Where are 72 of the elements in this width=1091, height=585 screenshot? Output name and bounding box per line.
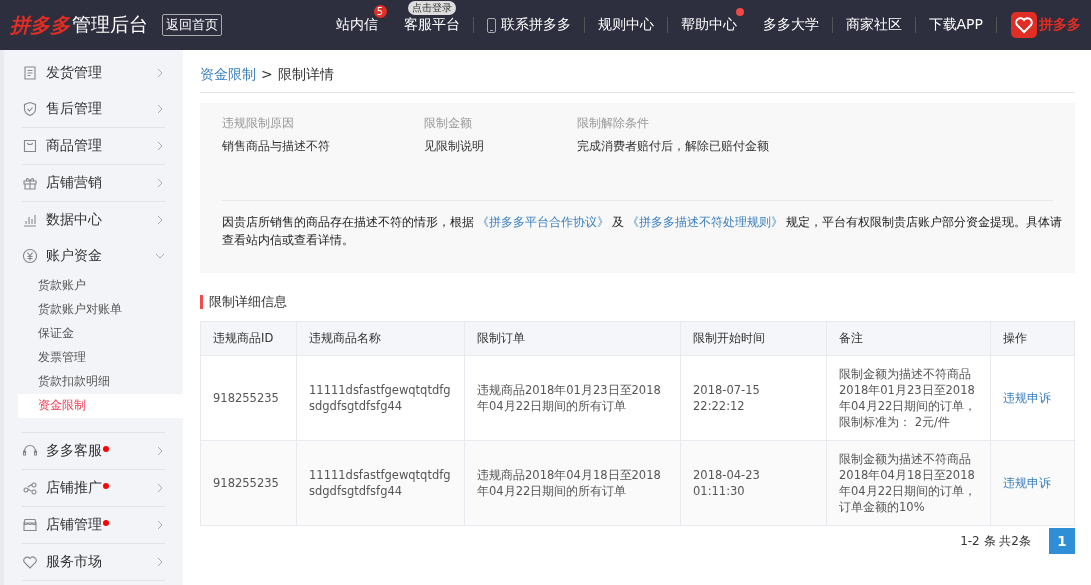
menu-icon xyxy=(22,248,38,264)
menu-icon xyxy=(22,480,38,496)
field-label: 限制解除条件 xyxy=(577,115,650,132)
appeal-link[interactable]: 违规申诉 xyxy=(1003,391,1051,405)
nav-link[interactable]: 帮助中心 xyxy=(680,16,737,34)
field-label: 限制金额 xyxy=(424,115,473,132)
menu-icon xyxy=(22,138,38,154)
table-cell: 918255235 xyxy=(200,355,297,441)
sidebar-item[interactable]: 多多客服 xyxy=(22,433,165,469)
menu-icon xyxy=(22,517,38,533)
column-header: 限制开始时间 xyxy=(680,321,827,356)
column-header: 操作 xyxy=(990,321,1075,356)
nav-link[interactable]: 站内信 xyxy=(335,16,378,34)
field-value: 完成消费者赔付后，解除已赔付金额 xyxy=(577,138,769,155)
nav-link[interactable]: 客服平台 xyxy=(403,16,460,34)
menu-icon xyxy=(22,443,38,459)
page-button[interactable]: 1 xyxy=(1049,528,1075,554)
menu-icon xyxy=(22,175,38,191)
table-cell: 2018-07-15 22:22:12 xyxy=(680,355,827,441)
sidebar-item[interactable]: 数据中心 xyxy=(22,202,165,238)
sidebar-item[interactable]: 服务市场 xyxy=(22,544,165,580)
sidebar-item[interactable]: 发货管理 xyxy=(22,55,165,91)
column-header: 违规商品名称 xyxy=(296,321,465,356)
sidebar-item[interactable]: 店铺营销 xyxy=(22,165,165,201)
table-cell: 2018-04-23 01:11:30 xyxy=(680,440,827,526)
menu-icon xyxy=(22,101,38,117)
pagination-summary: 1-2 条 共2条 xyxy=(960,532,1031,550)
table-cell: 限制金额为描述不符商品2018年04月18日至2018年04月22日期间的订单，订单金额的10% xyxy=(826,440,991,526)
table-cell: 918255235 xyxy=(200,440,297,526)
menu-icon xyxy=(22,212,38,228)
sidebar-item[interactable]: 商品管理 xyxy=(22,128,165,164)
nav-link[interactable]: 规则中心 xyxy=(597,16,654,34)
field-label: 违规限制原因 xyxy=(222,115,295,132)
sidebar-item[interactable]: 售后管理 xyxy=(22,91,165,127)
menu-icon xyxy=(22,554,38,570)
table-cell: 限制金额为描述不符商品2018年01月23日至2018年04月22日期间的订单，限制标准为： 2元/件 xyxy=(826,355,991,441)
breadcrumb-separator: > xyxy=(261,66,273,84)
table-cell: 违规商品2018年01月23日至2018年04月22日期间的所有订单 xyxy=(464,355,681,441)
submenu-item[interactable]: 资金限制 xyxy=(18,394,183,418)
rules-link[interactable]: 《拼多多平台合作协议》 xyxy=(477,215,609,229)
sidebar-item[interactable]: 店铺管理 xyxy=(22,507,165,543)
breadcrumb-link[interactable]: 限制详情 xyxy=(277,66,334,84)
submenu-item[interactable]: 货款扣款明细 xyxy=(18,370,183,394)
count-badge: 5 xyxy=(373,5,387,18)
breadcrumb-link[interactable]: 资金限制 xyxy=(200,66,256,84)
table-cell: 违规商品2018年04月18日至2018年04月22日期间的所有订单 xyxy=(464,440,681,526)
table-cell: 11111dsfastfgewqtqtdfgsdgdfsgtdfsfg44 xyxy=(296,355,465,441)
submenu-item[interactable]: 货款账户对账单 xyxy=(18,298,183,322)
submenu-item[interactable]: 货款账户 xyxy=(18,274,183,298)
column-header: 限制订单 xyxy=(464,321,681,356)
sidebar-item[interactable]: 账户资金 xyxy=(22,238,165,274)
login-tooltip[interactable]: 点击登录 xyxy=(407,1,456,15)
menu-icon xyxy=(22,65,38,81)
column-header: 备注 xyxy=(826,321,991,356)
notice-text: 因贵店所销售的商品存在描述不符的情形，根据 《拼多多平台合作协议》 及 《拼多多描述不符处理规则》 规定，平台有权限制贵店账户部分资金提现。具体请查看站内信或查看详情。 xyxy=(222,214,1063,249)
heart-logo-icon xyxy=(1011,12,1037,38)
column-header: 违规商品ID xyxy=(200,321,297,356)
sidebar-item[interactable]: 店铺推广 xyxy=(22,470,165,506)
rules-link[interactable]: 《拼多多描述不符处理规则》 xyxy=(627,215,783,229)
submenu-item[interactable]: 发票管理 xyxy=(18,346,183,370)
field-value: 销售商品与描述不符 xyxy=(222,138,331,155)
table-cell: 11111dsfastfgewqtqtdfgsdgdfsgtdfsfg44 xyxy=(296,440,465,526)
nav-link[interactable]: 商家社区 xyxy=(845,16,902,34)
field-value: 见限制说明 xyxy=(424,138,485,155)
logo-suffix: 管理后台 xyxy=(72,12,148,37)
appeal-link[interactable]: 违规申诉 xyxy=(1003,476,1051,490)
nav-link[interactable]: 多多大学 xyxy=(762,16,819,34)
nav-link[interactable]: 联系拼多多 xyxy=(500,16,571,34)
section-title: 限制详细信息 xyxy=(200,295,1075,309)
home-button[interactable]: 返回首页 xyxy=(162,14,222,36)
nav-link[interactable]: 下载APP xyxy=(928,16,983,34)
submenu-item[interactable]: 保证金 xyxy=(18,322,183,346)
